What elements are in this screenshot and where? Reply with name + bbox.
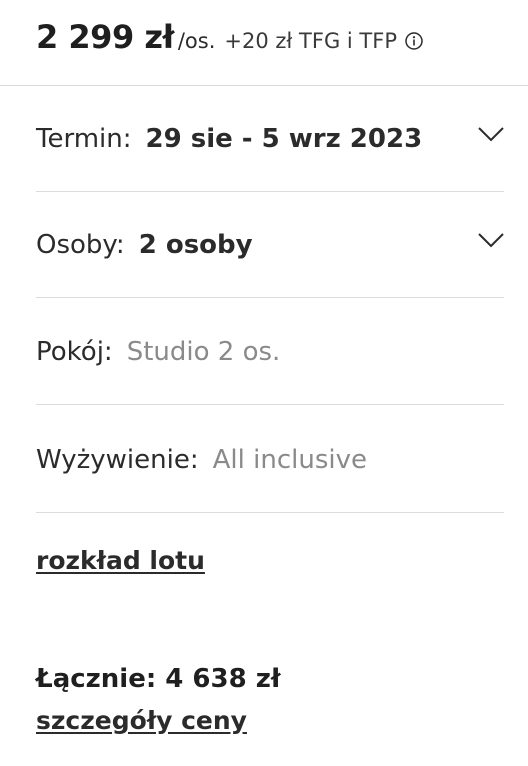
date-label: Termin: <box>36 124 132 154</box>
flight-schedule-link[interactable]: rozkład lotu <box>36 546 205 575</box>
chevron-down-icon[interactable] <box>478 232 504 248</box>
price-per-person: /os. <box>177 29 216 53</box>
price-header: 2 299 zł /os. +20 zł TFG i TFP <box>0 0 528 86</box>
room-value: Studio 2 os. <box>126 337 281 367</box>
price-details-link[interactable]: szczegóły ceny <box>36 706 247 735</box>
total-price: Łącznie: 4 638 zł <box>36 664 281 694</box>
board-value: All inclusive <box>212 445 367 475</box>
room-label: Pokój: <box>36 337 113 367</box>
room-row: Pokój: Studio 2 os. <box>36 299 504 405</box>
price-amount: 2 299 zł <box>36 18 174 56</box>
date-selector[interactable]: Termin: 29 sie - 5 wrz 2023 <box>36 86 504 192</box>
board-label: Wyżywienie: <box>36 445 199 475</box>
date-value: 29 sie - 5 wrz 2023 <box>145 124 423 154</box>
chevron-down-icon[interactable] <box>478 126 504 142</box>
people-value: 2 osoby <box>138 230 253 260</box>
board-row: Wyżywienie: All inclusive <box>36 407 504 513</box>
people-label: Osoby: <box>36 230 125 260</box>
people-selector[interactable]: Osoby: 2 osoby <box>36 192 504 298</box>
price-line: 2 299 zł /os. +20 zł TFG i TFP <box>36 18 423 56</box>
info-circle-icon[interactable] <box>405 32 423 50</box>
extra-fees-text: +20 zł TFG i TFP <box>224 29 397 53</box>
